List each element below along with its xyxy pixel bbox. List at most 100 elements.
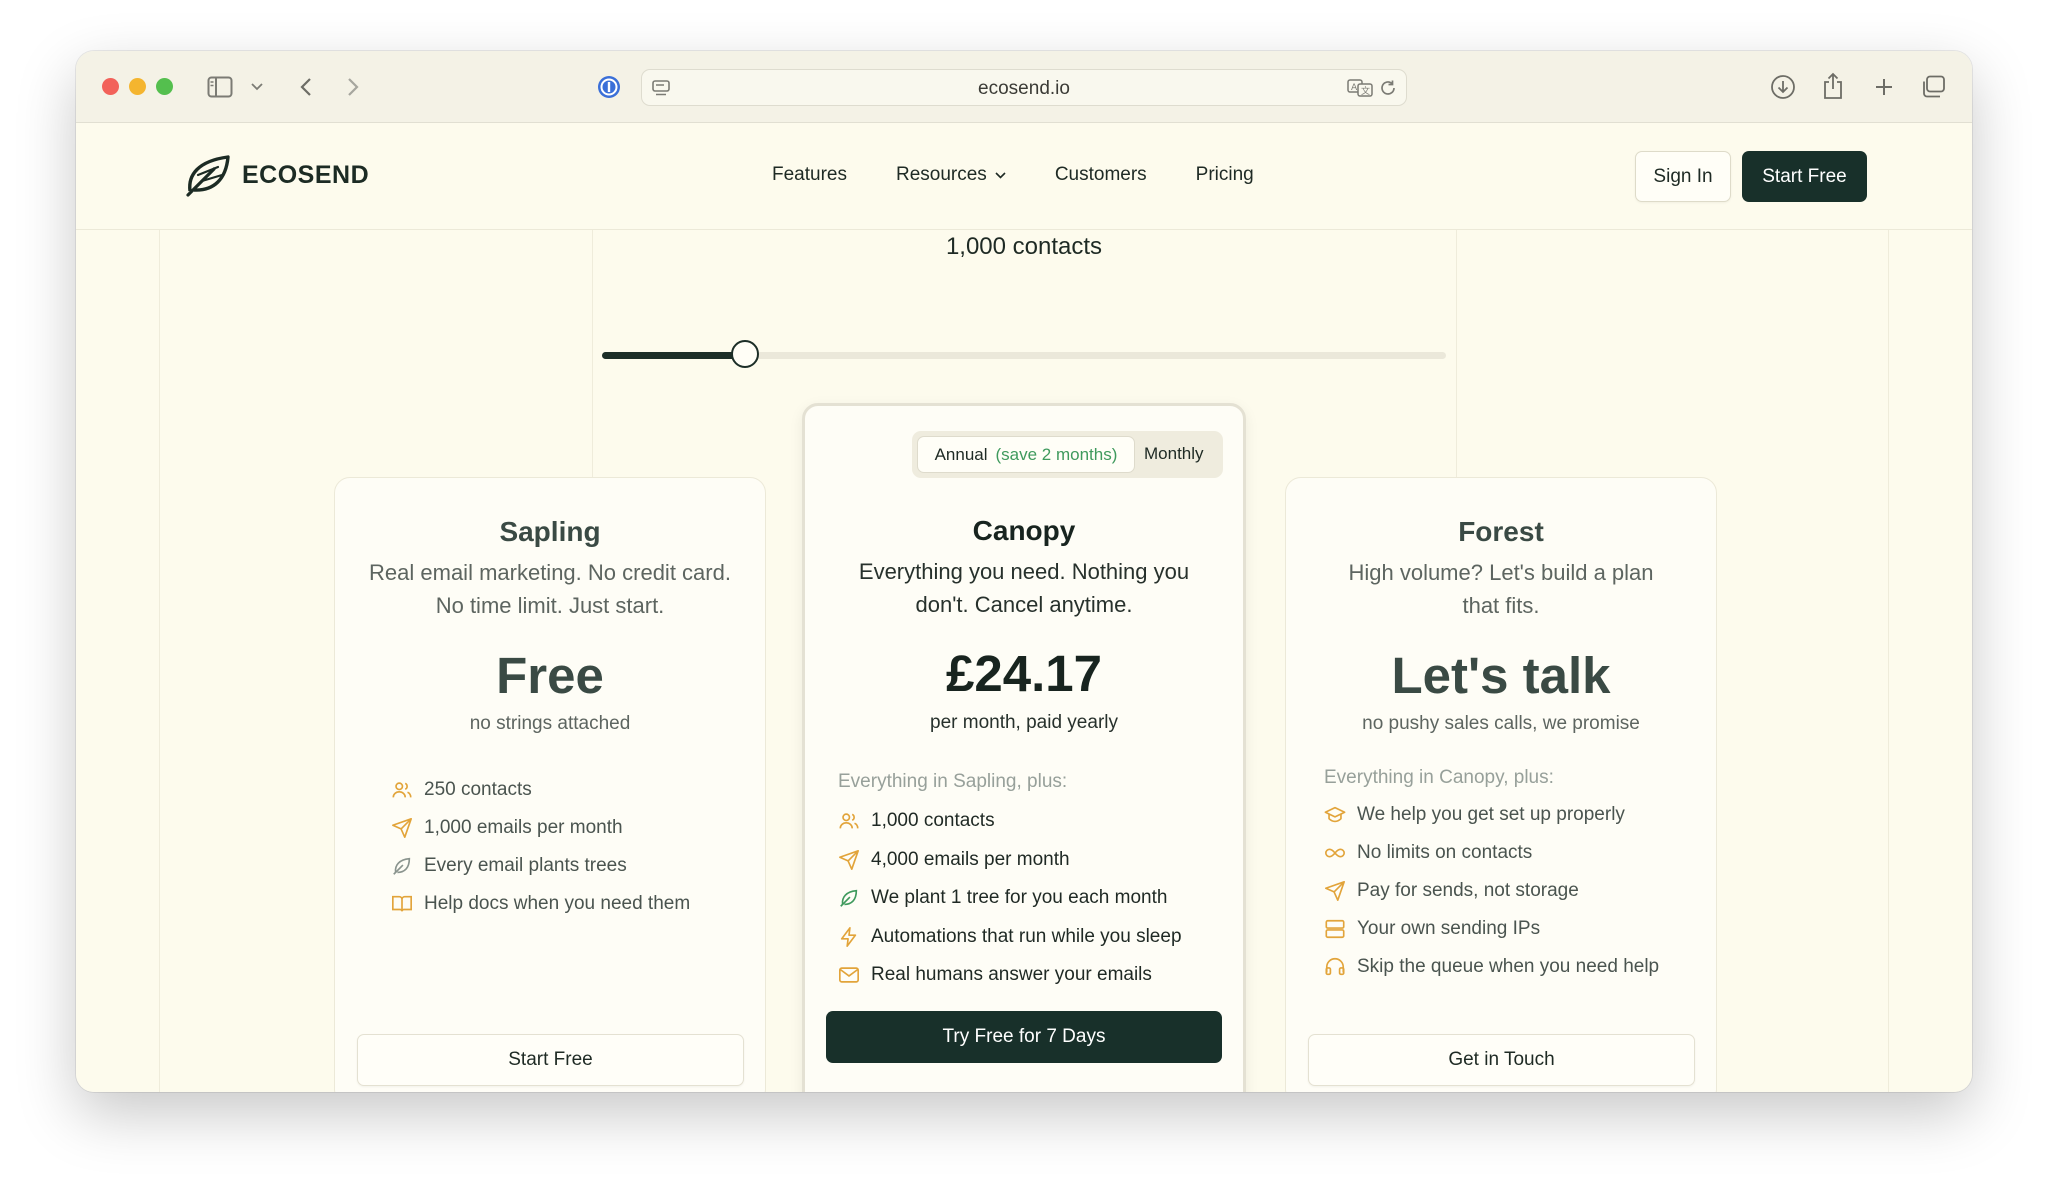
list-item: 4,000 emails per month [838, 841, 1182, 880]
list-item: We plant 1 tree for you each month [838, 879, 1182, 918]
users-icon [838, 810, 860, 832]
plan-price-note: per month, paid yearly [930, 712, 1118, 733]
plan-price-note: no pushy sales calls, we promise [1362, 713, 1640, 734]
features-intro: Everything in Sapling, plus: [838, 771, 1068, 792]
nav-link-resources[interactable]: Resources [896, 164, 1006, 186]
contacts-count-label: 1,000 contacts [945, 233, 1103, 260]
minimize-window-button[interactable] [129, 78, 146, 95]
list-item: Pay for sends, not storage [1324, 872, 1659, 910]
try-free-button[interactable]: Try Free for 7 Days [826, 1011, 1222, 1063]
svg-text:A: A [1351, 83, 1358, 93]
feature-text: No limits on contacts [1357, 842, 1533, 863]
list-item: Real humans answer your emails [838, 956, 1182, 995]
sidebar-toggle-icon[interactable] [206, 73, 234, 101]
list-item: 1,000 emails per month [391, 809, 690, 847]
plan-name: Forest [1458, 516, 1544, 547]
plan-price: Let's talk [1391, 647, 1611, 704]
list-item: Skip the queue when you need help [1324, 948, 1659, 986]
headset-icon [1324, 956, 1346, 978]
sign-in-button[interactable]: Sign In [1635, 151, 1731, 202]
list-item: 250 contacts [391, 771, 690, 809]
feature-text: 1,000 contacts [871, 810, 995, 832]
feature-text: Pay for sends, not storage [1357, 880, 1579, 901]
plan-feature-list: 1,000 contacts 4,000 emails per month We… [838, 802, 1182, 995]
start-free-button[interactable]: Start Free [1742, 151, 1867, 202]
nav-link-pricing[interactable]: Pricing [1196, 164, 1254, 186]
feature-text: Your own sending IPs [1357, 918, 1541, 939]
feature-text: We plant 1 tree for you each month [871, 887, 1168, 909]
plan-price: £24.17 [946, 645, 1102, 702]
password-manager-icon[interactable] [596, 74, 622, 100]
browser-toolbar: ecosend.io A文 [76, 51, 1972, 123]
list-item: 1,000 contacts [838, 802, 1182, 841]
downloads-icon[interactable] [1769, 73, 1797, 101]
feature-text: 1,000 emails per month [424, 817, 623, 838]
send-icon [838, 849, 860, 871]
nav-link-resources-label: Resources [895, 164, 987, 185]
leaf-icon [838, 887, 860, 909]
plan-card-sapling: Sapling Real email marketing. No credit … [334, 477, 766, 1092]
list-item: Help docs when you need them [391, 885, 690, 923]
brand-logo[interactable]: ECOSEND [184, 153, 369, 197]
forward-icon[interactable] [341, 73, 365, 101]
plan-description: High volume? Let's build a plan that fit… [1348, 560, 1654, 618]
plan-card-forest: Forest High volume? Let's build a plan t… [1285, 477, 1717, 1092]
feature-text: Every email plants trees [424, 855, 627, 876]
list-item: We help you get set up properly [1324, 796, 1659, 834]
svg-text:文: 文 [1361, 85, 1370, 97]
chevron-down-icon [995, 171, 1006, 179]
zoom-window-button[interactable] [156, 78, 173, 95]
billing-option-annual[interactable]: Annual (save 2 months) [917, 436, 1135, 473]
nav-link-features[interactable]: Features [772, 164, 847, 186]
plan-description: Real email marketing. No credit card. No… [369, 560, 731, 618]
billing-option-monthly[interactable]: Monthly [1144, 444, 1204, 464]
translate-icon[interactable]: A文 [1347, 78, 1373, 98]
address-bar[interactable]: ecosend.io A文 [641, 69, 1407, 106]
feature-text: Help docs when you need them [424, 893, 691, 914]
feature-text: Automations that run while you sleep [871, 925, 1182, 947]
sapling-start-free-button[interactable]: Start Free [357, 1034, 744, 1086]
server-icon [1324, 918, 1346, 940]
main-nav: Features Resources Customers Pricing [772, 164, 1254, 186]
contacts-slider-track[interactable] [602, 352, 1446, 359]
nav-link-customers[interactable]: Customers [1055, 164, 1147, 186]
billing-toggle: Annual (save 2 months) Monthly [912, 431, 1223, 478]
share-icon[interactable] [1819, 71, 1847, 101]
list-item: Every email plants trees [391, 847, 690, 885]
list-item: Your own sending IPs [1324, 910, 1659, 948]
plan-description: Everything you need. Nothing you don't. … [858, 559, 1190, 617]
feature-text: We help you get set up properly [1357, 804, 1625, 825]
send-icon [391, 817, 413, 839]
contacts-slider-handle[interactable] [731, 340, 760, 368]
plan-name: Canopy [972, 515, 1076, 546]
get-in-touch-button[interactable]: Get in Touch [1308, 1034, 1695, 1086]
features-intro: Everything in Canopy, plus: [1324, 767, 1554, 788]
grid-line [159, 230, 160, 1092]
book-icon [391, 893, 413, 915]
tab-overview-icon[interactable] [1919, 73, 1947, 101]
feature-text: Real humans answer your emails [871, 964, 1152, 986]
url-text: ecosend.io [978, 78, 1070, 99]
plan-price: Free [496, 647, 604, 704]
contacts-slider-fill [602, 352, 746, 359]
feature-text: Skip the queue when you need help [1357, 956, 1660, 977]
mail-icon [838, 964, 860, 986]
leaf-icon [391, 855, 413, 877]
reload-icon[interactable] [1378, 78, 1398, 98]
site-header: ECOSEND Features Resources Customers Pri… [76, 123, 1972, 230]
plan-card-canopy: Annual (save 2 months) Monthly Canopy Ev… [802, 403, 1246, 1092]
back-icon[interactable] [294, 73, 318, 101]
grid-line [1888, 230, 1889, 1092]
infinity-icon [1324, 842, 1346, 864]
billing-annual-label: Annual [934, 444, 988, 464]
pricing-page: ECOSEND Features Resources Customers Pri… [76, 123, 1972, 1092]
billing-annual-save-note: (save 2 months) [995, 444, 1118, 464]
send-icon [1324, 880, 1346, 902]
users-icon [391, 779, 413, 801]
plan-feature-list: We help you get set up properly No limit… [1324, 796, 1659, 986]
chevron-down-icon[interactable] [249, 79, 265, 95]
plan-price-note: no strings attached [469, 713, 631, 734]
new-tab-icon[interactable] [1870, 73, 1898, 101]
list-item: No limits on contacts [1324, 834, 1659, 872]
close-window-button[interactable] [102, 78, 119, 95]
